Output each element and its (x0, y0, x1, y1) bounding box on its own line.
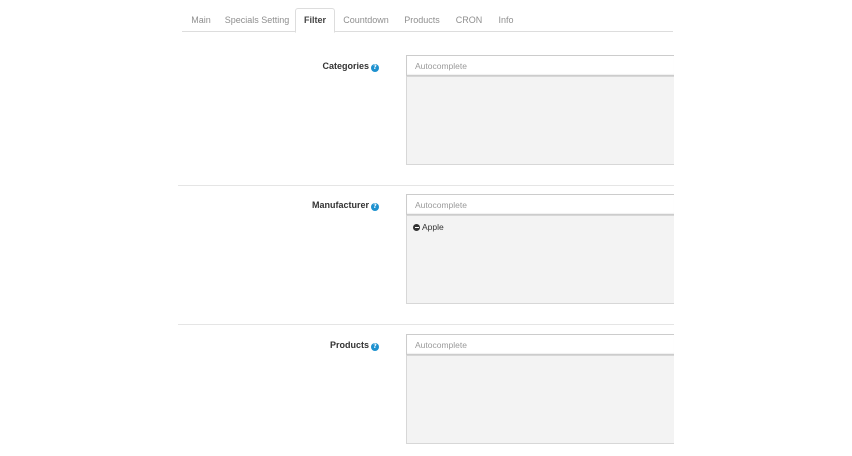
tab-cron[interactable]: CRON (453, 8, 485, 32)
selected-manufacturer-item: Apple (413, 222, 444, 232)
tab-specials-setting[interactable]: Specials Setting (222, 8, 292, 32)
divider (178, 185, 674, 186)
manufacturer-label-text: Manufacturer (311, 200, 369, 210)
categories-label: Categories? (139, 61, 379, 72)
tab-info[interactable]: Info (495, 8, 517, 32)
minus-circle-icon[interactable] (413, 223, 420, 231)
products-label-text: Products (329, 340, 369, 350)
manufacturer-autocomplete-input[interactable] (406, 194, 674, 215)
question-circle-icon[interactable]: ? (371, 203, 379, 211)
settings-tabs: Main Specials Setting Filter Countdown P… (182, 8, 673, 33)
tab-products[interactable]: Products (401, 8, 443, 32)
products-autocomplete-input[interactable] (406, 334, 674, 355)
question-circle-icon[interactable]: ? (371, 64, 379, 72)
tab-main[interactable]: Main (182, 8, 220, 32)
selected-manufacturer-name: Apple (422, 222, 444, 232)
categories-selected-list (406, 76, 674, 165)
filter-settings-page: Main Specials Setting Filter Countdown P… (0, 0, 852, 456)
manufacturer-selected-list: Apple (406, 215, 674, 304)
question-circle-icon[interactable]: ? (371, 343, 379, 351)
products-label: Products? (139, 340, 379, 351)
categories-label-text: Categories (322, 61, 369, 71)
tab-filter[interactable]: Filter (295, 8, 335, 33)
products-selected-list (406, 355, 674, 444)
manufacturer-label: Manufacturer? (139, 200, 379, 211)
tab-countdown[interactable]: Countdown (340, 8, 392, 32)
divider (178, 324, 674, 325)
categories-autocomplete-input[interactable] (406, 55, 674, 76)
